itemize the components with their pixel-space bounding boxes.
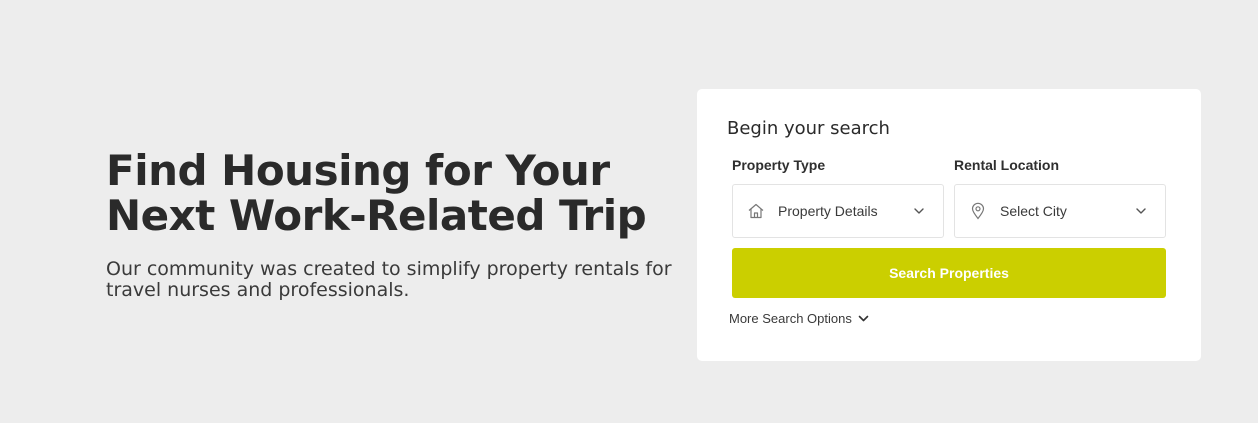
map-pin-icon: [969, 202, 987, 220]
more-search-options-link[interactable]: More Search Options: [729, 311, 869, 326]
search-properties-button[interactable]: Search Properties: [732, 248, 1166, 298]
rental-location-value: Select City: [1000, 203, 1067, 219]
search-card: Begin your search Property Type Rental L…: [697, 89, 1201, 361]
property-type-select[interactable]: Property Details: [732, 184, 944, 238]
chevron-down-icon: [1135, 204, 1147, 216]
hero-subtitle: Our community was created to simplify pr…: [106, 258, 672, 301]
search-card-heading: Begin your search: [727, 118, 890, 139]
rental-location-label: Rental Location: [954, 157, 1060, 173]
chevron-down-icon: [858, 315, 869, 322]
more-search-options-label: More Search Options: [729, 311, 852, 326]
hero-section: Find Housing for Your Next Work-Related …: [0, 0, 1258, 423]
page-title: Find Housing for Your Next Work-Related …: [106, 146, 647, 240]
chevron-down-icon: [913, 204, 925, 216]
rental-location-select[interactable]: Select City: [954, 184, 1166, 238]
property-type-label: Property Type: [732, 157, 826, 173]
home-icon: [747, 202, 765, 220]
property-type-value: Property Details: [778, 203, 878, 219]
